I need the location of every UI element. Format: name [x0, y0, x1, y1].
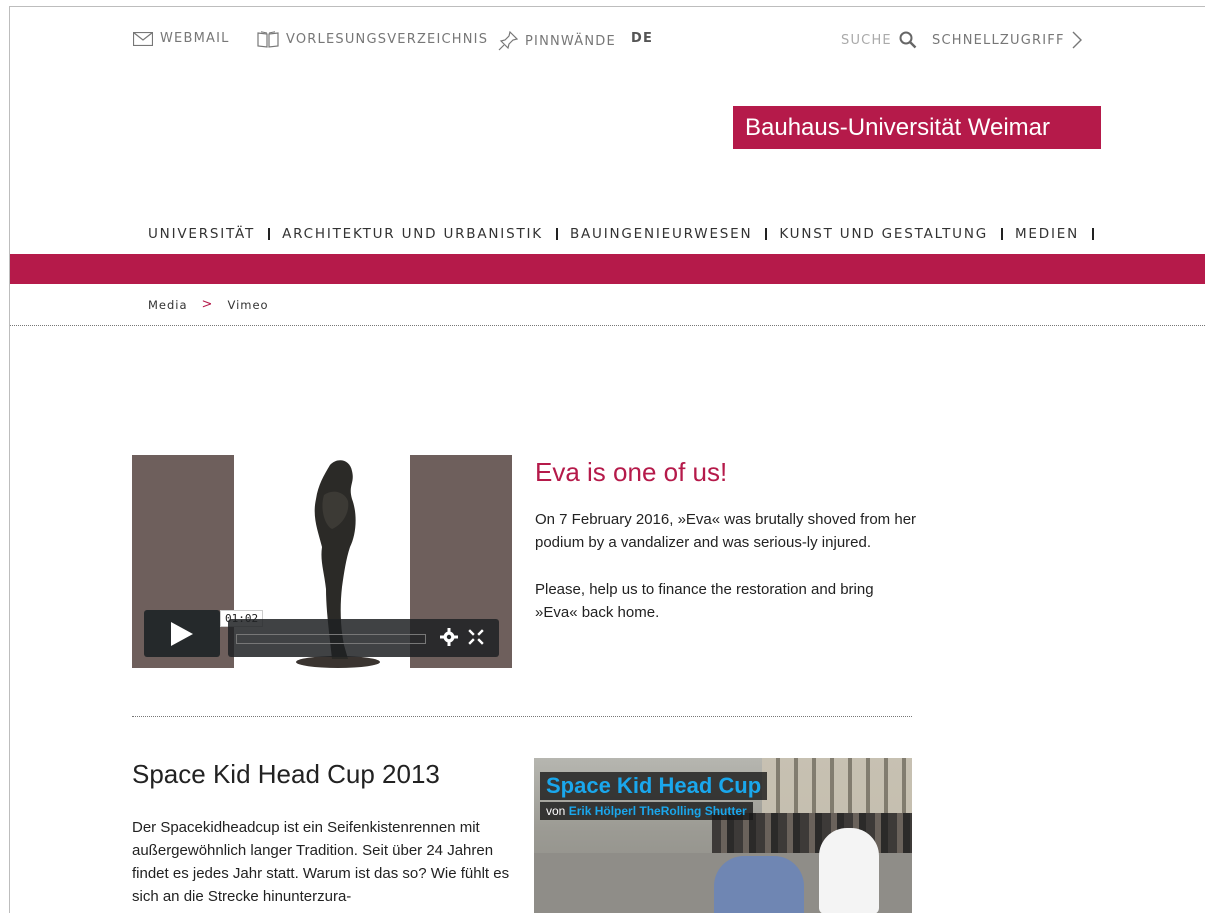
- nav-item-architecture[interactable]: ARCHITEKTUR UND URBANISTIK: [282, 226, 543, 242]
- article-paragraph: On 7 February 2016, »Eva« was brutally s…: [535, 511, 917, 551]
- section-divider: [132, 716, 912, 717]
- main-navigation: UNIVERSITÄT ARCHITEKTUR UND URBANISTIK B…: [148, 226, 1106, 242]
- nav-separator: [1000, 228, 1003, 240]
- article-paragraph: Der Spacekidheadcup ist ein Seifenkisten…: [132, 819, 510, 905]
- nav-separator: [765, 228, 768, 240]
- language-label: DE: [631, 31, 654, 46]
- quickaccess-link[interactable]: SCHNELLZUGRIFF: [932, 31, 1082, 49]
- catalog-link[interactable]: VORLESUNGSVERZEICHNIS: [257, 31, 488, 48]
- article-eva: Eva is one of us! On 7 February 2016, »E…: [535, 457, 920, 648]
- video-title[interactable]: Space Kid Head Cup: [540, 772, 768, 800]
- book-icon: [257, 31, 279, 48]
- search-label: SUCHE: [841, 32, 892, 48]
- video-thumbnail-kart: [714, 856, 804, 913]
- quickaccess-label: SCHNELLZUGRIFF: [932, 32, 1065, 48]
- article-title: Space Kid Head Cup 2013: [132, 759, 440, 789]
- play-button[interactable]: [144, 610, 220, 657]
- boards-link[interactable]: PINNWÄNDE: [498, 31, 616, 51]
- article-paragraph: Please, help us to finance the restorati…: [535, 581, 874, 621]
- video-author-link[interactable]: Erik Hölperl TheRolling Shutter: [569, 804, 747, 818]
- breadcrumb: Media > Vimeo: [148, 297, 269, 312]
- language-switch[interactable]: DE: [631, 31, 653, 46]
- video-byline-prefix: von: [546, 804, 566, 818]
- video-progress-track[interactable]: [236, 634, 426, 644]
- play-icon: [171, 621, 193, 646]
- video-player-space-kid[interactable]: Space Kid Head Cup von Erik Hölperl TheR…: [534, 758, 912, 913]
- webmail-link[interactable]: WEBMAIL: [133, 31, 230, 46]
- brand-bar: [10, 254, 1205, 284]
- video-controls: [228, 619, 499, 657]
- nav-item-university[interactable]: UNIVERSITÄT: [148, 226, 255, 242]
- mail-icon: [133, 31, 153, 46]
- nav-item-media[interactable]: MEDIEN: [1015, 226, 1079, 242]
- article-title: Eva is one of us!: [535, 457, 728, 487]
- nav-separator: [1091, 228, 1094, 240]
- university-logo[interactable]: Bauhaus-Universität Weimar: [733, 106, 1101, 149]
- article-space-kid-head-cup: Space Kid Head Cup 2013 Der Spacekidhead…: [132, 759, 512, 908]
- breadcrumb-item-vimeo: Vimeo: [227, 297, 269, 312]
- nav-item-civil-engineering[interactable]: BAUINGENIEURWESEN: [570, 226, 752, 242]
- breadcrumb-item-media[interactable]: Media: [148, 298, 188, 312]
- search-link[interactable]: SUCHE: [841, 31, 917, 49]
- page: WEBMAIL VORLESUNGSVERZEICHNIS PINNWÄNDE …: [9, 6, 1205, 913]
- pin-icon: [498, 31, 518, 51]
- divider: [10, 325, 1205, 326]
- nav-separator: [268, 228, 271, 240]
- webmail-label: WEBMAIL: [160, 31, 230, 46]
- utility-bar: WEBMAIL VORLESUNGSVERZEICHNIS PINNWÄNDE …: [10, 31, 1205, 55]
- video-thumbnail-kid: [819, 828, 879, 913]
- catalog-label: VORLESUNGSVERZEICHNIS: [286, 32, 489, 47]
- search-icon: [899, 31, 917, 49]
- boards-label: PINNWÄNDE: [525, 33, 616, 49]
- breadcrumb-separator: >: [201, 297, 214, 312]
- video-player-eva[interactable]: 01:02: [132, 455, 512, 668]
- fullscreen-icon[interactable]: [468, 629, 484, 645]
- nav-item-art-design[interactable]: KUNST UND GESTALTUNG: [779, 226, 988, 242]
- chevron-right-icon: [1072, 31, 1082, 49]
- nav-separator: [555, 228, 558, 240]
- gear-icon[interactable]: [440, 628, 458, 646]
- video-byline: von Erik Hölperl TheRolling Shutter: [540, 802, 753, 820]
